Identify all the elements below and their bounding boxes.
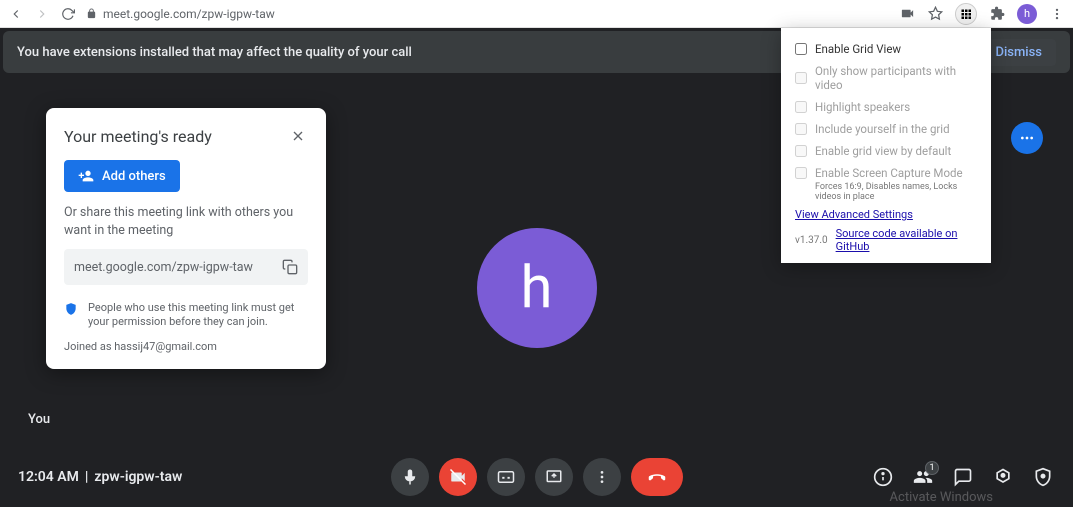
grid-extension-button[interactable]	[955, 3, 977, 25]
back-button[interactable]	[8, 6, 24, 22]
star-icon[interactable]	[927, 6, 943, 22]
time-meeting-code: 12:04 AM | zpw-igpw-taw	[18, 469, 182, 485]
close-icon[interactable]	[288, 126, 308, 146]
meet-stage: You have extensions installed that may a…	[0, 28, 1073, 507]
address-bar[interactable]: meet.google.com/zpw-igpw-taw	[86, 7, 889, 21]
more-options-button[interactable]	[1011, 122, 1043, 154]
people-button[interactable]: 1	[913, 467, 933, 487]
person-add-icon	[78, 168, 94, 184]
add-others-button[interactable]: Add others	[64, 160, 180, 192]
more-button[interactable]	[583, 458, 621, 496]
ready-title: Your meeting's ready	[64, 127, 212, 146]
opt-default[interactable]: Enable grid view by default	[795, 140, 977, 162]
meeting-ready-card: Your meeting's ready Add others Or share…	[46, 108, 326, 369]
camera-off-button[interactable]	[439, 458, 477, 496]
forward-button[interactable]	[34, 6, 50, 22]
permission-text: People who use this meeting link must ge…	[88, 301, 308, 330]
you-label: You	[28, 412, 50, 427]
windows-watermark: Activate Windows	[890, 490, 993, 505]
present-button[interactable]	[535, 458, 573, 496]
captions-button[interactable]	[487, 458, 525, 496]
lock-icon	[86, 8, 97, 19]
reload-button[interactable]	[60, 6, 76, 22]
hangup-button[interactable]	[631, 458, 683, 496]
opt-enable-grid[interactable]: Enable Grid View	[795, 38, 977, 60]
activities-button[interactable]	[993, 467, 1013, 487]
info-button[interactable]	[873, 467, 893, 487]
mic-button[interactable]	[391, 458, 429, 496]
camera-icon[interactable]	[899, 6, 915, 22]
browser-menu-icon[interactable]	[1049, 6, 1065, 22]
opt-only-video[interactable]: Only show participants with video	[795, 60, 977, 96]
profile-avatar[interactable]: h	[1017, 4, 1037, 24]
capture-subtext: Forces 16:9, Disables names, Locks video…	[815, 182, 977, 202]
meeting-link-text: meet.google.com/zpw-igpw-taw	[74, 260, 253, 275]
extensions-icon[interactable]	[989, 6, 1005, 22]
opt-capture[interactable]: Enable Screen Capture Mode	[795, 162, 977, 184]
browser-toolbar: meet.google.com/zpw-igpw-taw h	[0, 0, 1073, 28]
shield-icon	[64, 302, 78, 316]
source-link[interactable]: Source code available on GitHub	[836, 227, 977, 253]
participant-avatar: h	[477, 228, 597, 348]
extension-popup: Enable Grid View Only show participants …	[781, 28, 991, 263]
url-text: meet.google.com/zpw-igpw-taw	[103, 7, 275, 21]
copy-icon[interactable]	[282, 259, 298, 275]
share-text: Or share this meeting link with others y…	[64, 204, 308, 239]
meeting-link-box: meet.google.com/zpw-igpw-taw	[64, 249, 308, 285]
host-controls-button[interactable]	[1033, 467, 1053, 487]
banner-text: You have extensions installed that may a…	[17, 45, 412, 60]
dismiss-button[interactable]: Dismiss	[981, 39, 1056, 66]
joined-as: Joined as hassij47@gmail.com	[64, 340, 308, 353]
participant-count: 1	[925, 461, 939, 475]
chat-button[interactable]	[953, 467, 973, 487]
advanced-settings-link[interactable]: View Advanced Settings	[795, 208, 977, 221]
opt-highlight[interactable]: Highlight speakers	[795, 96, 977, 118]
ext-version: v1.37.0	[795, 235, 828, 246]
opt-include-self[interactable]: Include yourself in the grid	[795, 118, 977, 140]
